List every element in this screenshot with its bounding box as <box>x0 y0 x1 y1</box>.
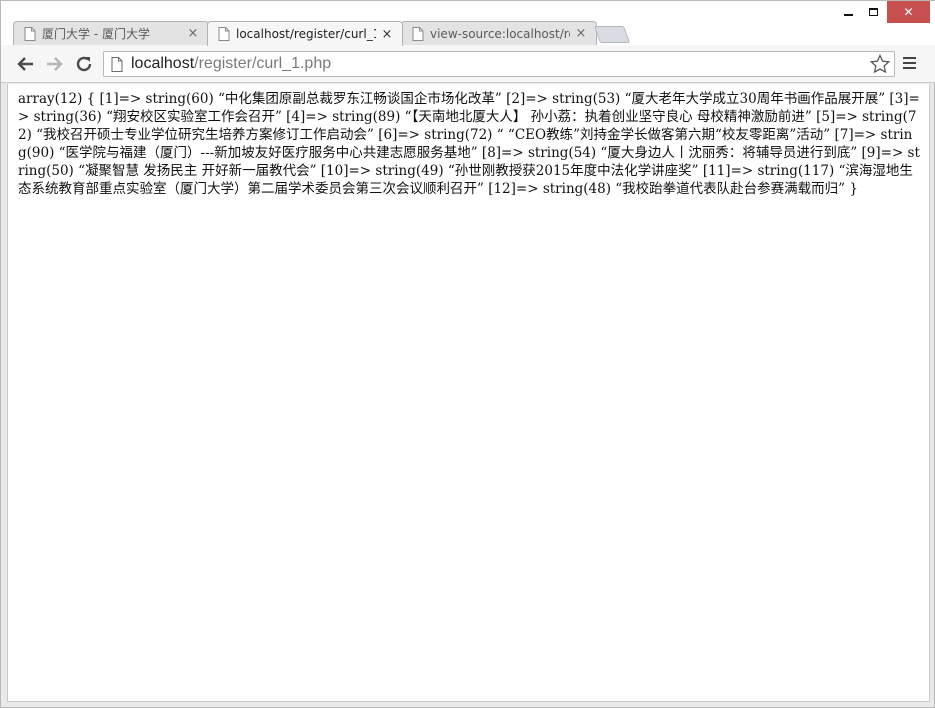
toolbar: localhost/register/curl_1.php <box>1 45 935 83</box>
page-icon <box>24 26 36 41</box>
new-tab-button[interactable] <box>593 26 631 43</box>
reload-button[interactable] <box>73 53 95 75</box>
page-icon <box>218 27 230 41</box>
url-path: /register/curl_1.php <box>194 55 332 72</box>
tab-strip: 厦门大学 - 厦门大学 × localhost/register/curl_1 … <box>1 1 935 46</box>
tab-title: view-source:localhost/re <box>430 26 570 41</box>
page-icon <box>111 56 123 72</box>
page-icon <box>412 26 424 41</box>
browser-window: 厦门大学 - 厦门大学 × localhost/register/curl_1 … <box>0 0 935 708</box>
maximize-button[interactable] <box>862 1 884 23</box>
forward-button[interactable] <box>43 53 65 75</box>
reload-icon <box>76 56 92 72</box>
maximize-icon <box>868 8 878 16</box>
menu-button[interactable] <box>903 57 919 71</box>
star-icon[interactable] <box>870 54 890 74</box>
tab-title: 厦门大学 - 厦门大学 <box>42 27 150 41</box>
close-icon: ✕ <box>903 5 914 19</box>
arrow-right-icon <box>47 57 63 71</box>
menu-icon <box>903 57 916 59</box>
tab-view-source[interactable]: view-source:localhost/re × <box>401 21 597 45</box>
var-dump-output: array(12) { [1]=> string(60) “中化集团原副总裁罗东… <box>18 91 920 197</box>
minimize-button[interactable] <box>837 1 859 23</box>
url-host: localhost <box>131 55 195 72</box>
close-window-button[interactable]: ✕ <box>887 1 930 23</box>
tab-title: localhost/register/curl_1 <box>236 27 376 41</box>
arrow-left-icon <box>17 57 33 71</box>
tab-xmu[interactable]: 厦门大学 - 厦门大学 × <box>13 21 209 45</box>
address-bar[interactable]: localhost/register/curl_1.php <box>103 51 895 77</box>
tab-close-icon[interactable]: × <box>186 26 200 41</box>
tab-close-icon[interactable]: × <box>574 26 588 41</box>
back-button[interactable] <box>15 53 37 75</box>
minimize-icon <box>843 14 853 16</box>
page-content: array(12) { [1]=> string(60) “中化集团原副总裁罗东… <box>7 84 930 702</box>
tab-close-icon[interactable]: × <box>380 27 394 42</box>
url-text[interactable]: localhost/register/curl_1.php <box>131 55 331 73</box>
tab-curl[interactable]: localhost/register/curl_1 × <box>207 21 403 46</box>
